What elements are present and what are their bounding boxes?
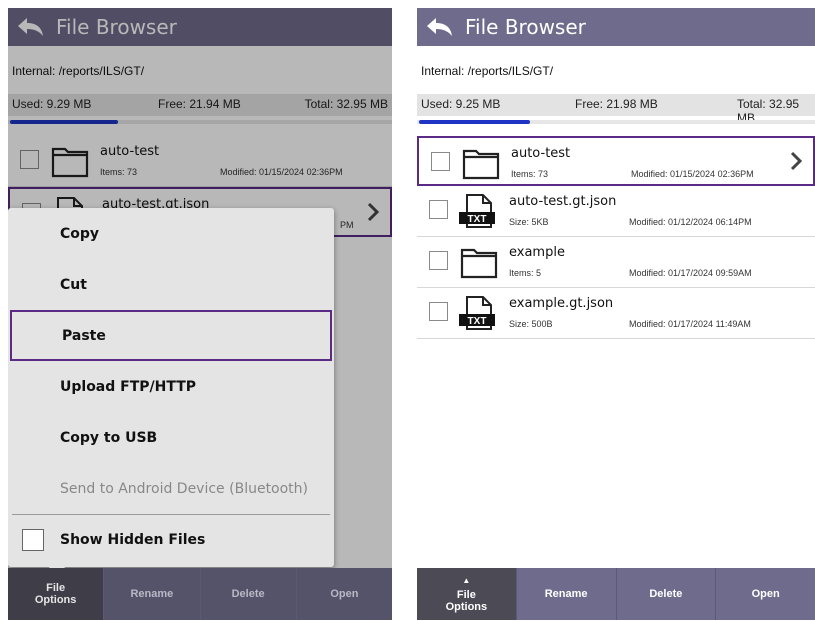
list-item[interactable]: TXT auto-test.gt.json Size: 5KB Modified… <box>417 186 815 237</box>
menu-item-copy[interactable]: Copy <box>8 208 334 259</box>
file-modified: Modified: 01/17/2024 09:59AM <box>629 268 752 278</box>
list-item[interactable]: TXT example.gt.json Size: 500B Modified:… <box>417 288 815 339</box>
folder-icon <box>460 248 498 279</box>
file-options-line-2: Options <box>445 601 488 613</box>
txt-file-icon: TXT <box>459 296 495 330</box>
bottom-toolbar: File Options Rename Delete Open <box>8 568 392 620</box>
page-title: File Browser <box>465 15 586 39</box>
storage-progress-fill <box>419 120 531 124</box>
rename-button[interactable]: Rename <box>103 568 199 620</box>
file-options-button[interactable]: ▲ File Options <box>417 568 516 620</box>
row-checkbox[interactable] <box>429 251 448 270</box>
open-button[interactable]: Open <box>295 568 392 620</box>
row-checkbox[interactable] <box>429 302 448 321</box>
rename-button[interactable]: Rename <box>515 568 616 620</box>
back-arrow-icon[interactable] <box>425 15 455 39</box>
file-name: auto-test.gt.json <box>509 194 617 209</box>
file-info: Size: 500B <box>509 319 553 329</box>
caret-up-icon: ▲ <box>462 576 471 585</box>
menu-item-cut[interactable]: Cut <box>8 259 334 310</box>
file-name: example.gt.json <box>509 296 614 311</box>
right-screen: File Browser Internal: /reports/ILS/GT/ … <box>417 8 815 620</box>
svg-text:TXT: TXT <box>468 316 487 327</box>
list-item[interactable]: example Items: 5 Modified: 01/17/2024 09… <box>417 237 815 288</box>
file-info: Items: 73 <box>511 169 549 179</box>
menu-item-upload[interactable]: Upload FTP/HTTP <box>8 361 334 412</box>
file-name: auto-test <box>511 146 571 161</box>
show-hidden-label: Show Hidden Files <box>60 532 206 548</box>
app-header: File Browser <box>417 8 815 46</box>
svg-text:TXT: TXT <box>468 214 487 225</box>
folder-icon <box>462 149 500 180</box>
bottom-toolbar: ▲ File Options Rename Delete Open <box>417 568 815 620</box>
file-list: auto-test Items: 73 Modified: 01/15/2024… <box>417 136 815 339</box>
show-hidden-checkbox[interactable] <box>22 529 44 551</box>
file-options-line-2: Options <box>34 594 77 606</box>
file-options-line-1: File <box>46 582 66 594</box>
menu-item-copy-to-usb[interactable]: Copy to USB <box>8 412 334 463</box>
file-options-button[interactable]: File Options <box>8 568 104 620</box>
delete-button[interactable]: Delete <box>199 568 296 620</box>
open-button[interactable]: Open <box>715 568 815 620</box>
row-checkbox[interactable] <box>431 152 450 171</box>
file-modified: Modified: 01/12/2024 06:14PM <box>629 217 752 227</box>
storage-usage: Used: 9.25 MB Free: 21.98 MB Total: 32.9… <box>417 94 815 125</box>
row-checkbox[interactable] <box>429 200 448 219</box>
current-path: Internal: /reports/ILS/GT/ <box>421 64 554 78</box>
file-name: example <box>509 245 565 260</box>
free-label: Free: 21.98 MB <box>575 97 658 111</box>
file-options-line-1: File <box>456 589 476 601</box>
file-options-menu: Copy Cut Paste Upload FTP/HTTP Copy to U… <box>8 208 334 576</box>
file-info: Items: 5 <box>509 268 542 278</box>
file-modified: Modified: 01/15/2024 02:36PM <box>631 169 754 179</box>
left-screen: File Browser Internal: /reports/ILS/GT/ … <box>8 8 392 620</box>
list-item[interactable]: auto-test Items: 73 Modified: 01/15/2024… <box>417 136 815 186</box>
file-modified: Modified: 01/17/2024 11:49AM <box>629 319 751 329</box>
delete-button[interactable]: Delete <box>615 568 716 620</box>
used-label: Used: 9.25 MB <box>421 97 501 111</box>
show-hidden-toggle[interactable]: Show Hidden Files <box>8 515 334 565</box>
txt-file-icon: TXT <box>459 194 495 228</box>
menu-item-paste[interactable]: Paste <box>10 310 332 361</box>
menu-item-send-bluetooth: Send to Android Device (Bluetooth) <box>60 480 309 497</box>
storage-progress-bar <box>417 120 815 124</box>
file-info: Size: 5KB <box>509 217 549 227</box>
chevron-right-icon[interactable] <box>789 150 803 172</box>
